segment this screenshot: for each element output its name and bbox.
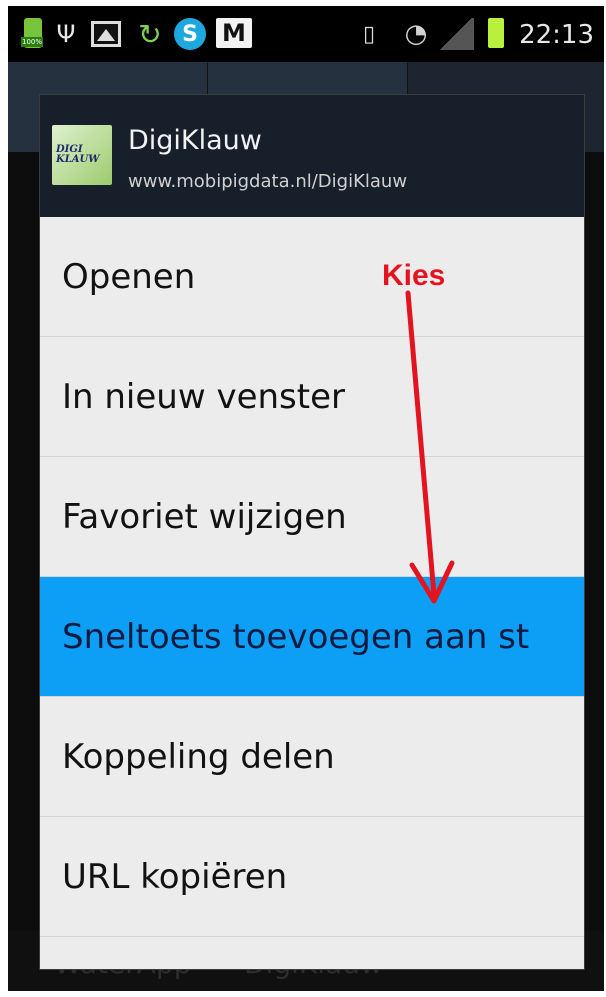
battery-full-icon: 100% [21, 18, 44, 48]
wifi-icon: ◔ [404, 19, 428, 49]
app-logo-icon: DIGI KLAUW [52, 125, 112, 185]
battery-icon [488, 18, 504, 48]
context-menu-dialog: DIGI KLAUW DigiKlauw www.mobipigdata.nl/… [39, 94, 585, 970]
status-bar: 100% Ψ ↻ S M ▯ ◔ 22:13 [8, 6, 604, 62]
gmail-icon: M [216, 18, 252, 48]
menu-item-koppeling-delen[interactable]: Koppeling delen [40, 697, 584, 817]
battery-percent-label: 100% [21, 37, 44, 47]
dialog-title: DigiKlauw [128, 125, 262, 156]
image-icon [90, 18, 122, 50]
clock: 22:13 [519, 20, 594, 50]
photo-frame: 100% Ψ ↻ S M ▯ ◔ 22:13 WaterApp [0, 0, 606, 997]
vibrate-icon: ▯ [362, 21, 376, 47]
dialog-header: DIGI KLAUW DigiKlauw www.mobipigdata.nl/… [40, 95, 584, 217]
menu-item-partial[interactable] [40, 937, 584, 969]
annotation-label: Kies [382, 259, 446, 292]
dialog-subtitle: www.mobipigdata.nl/DigiKlauw [128, 171, 408, 192]
usb-icon: Ψ [56, 20, 76, 48]
skype-letter: S [182, 21, 198, 47]
signal-icon [438, 18, 474, 50]
phone-screen: 100% Ψ ↻ S M ▯ ◔ 22:13 WaterApp [8, 6, 604, 991]
menu-item-in-nieuw-venster[interactable]: In nieuw venster [40, 337, 584, 457]
skype-icon: S [174, 18, 206, 50]
menu-item-favoriet-wijzigen[interactable]: Favoriet wijzigen [40, 457, 584, 577]
menu-item-openen[interactable]: Openen [40, 217, 584, 337]
sync-icon: ↻ [138, 17, 162, 51]
menu-item-sneltoets-toevoegen[interactable]: Sneltoets toevoegen aan st [40, 577, 584, 697]
gmail-letter: M [222, 19, 246, 47]
app-logo-text: DIGI KLAUW [56, 144, 100, 165]
menu-item-url-kopieren[interactable]: URL kopiëren [40, 817, 584, 937]
